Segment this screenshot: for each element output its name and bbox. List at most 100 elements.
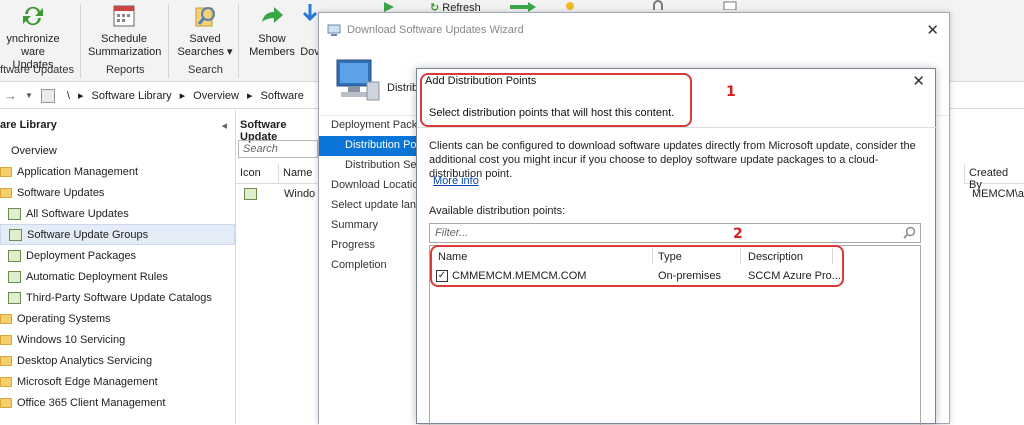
sidebar-item-label: Software Update Groups bbox=[27, 228, 149, 241]
folder-icon bbox=[0, 334, 12, 345]
sidebar-item-windows-10-servicing[interactable]: Windows 10 Servicing bbox=[0, 329, 235, 350]
chevron-right-icon: ▸ bbox=[246, 90, 253, 102]
wizard-step-5: Summary bbox=[331, 219, 379, 231]
download-label-2: Dov bbox=[300, 46, 320, 58]
filter-input[interactable]: Filter... bbox=[429, 223, 921, 243]
history-dropdown-icon[interactable]: ▼ bbox=[25, 91, 33, 100]
sidebar-item-microsoft-edge-management[interactable]: Microsoft Edge Management bbox=[0, 371, 235, 392]
show-label-1: Show bbox=[258, 33, 286, 45]
wizard-step-1: Distribution Poi bbox=[319, 136, 419, 156]
show-members-button[interactable]: Show Members bbox=[246, 2, 298, 59]
wizard-steps: Deployment Packa Distribution Poi Distribu… bbox=[319, 116, 419, 425]
sidebar-item-label: Operating Systems bbox=[17, 312, 111, 325]
wizard-banner-text: Distrib bbox=[387, 82, 419, 94]
address-root[interactable]: \ bbox=[67, 90, 70, 102]
sidebar-item-label: Overview bbox=[11, 144, 57, 157]
download-icon bbox=[302, 4, 318, 22]
sidebar-item-label: Desktop Analytics Servicing bbox=[17, 354, 153, 367]
table-row-name[interactable]: Windo bbox=[284, 188, 315, 200]
sidebar-item-label: Software Updates bbox=[17, 186, 105, 199]
nav-tree: Overview Application Management Software U… bbox=[0, 140, 235, 413]
back-arrow-icon[interactable]: → bbox=[4, 88, 17, 103]
synchronize-updates-button[interactable]: ynchronize ware Updates bbox=[0, 2, 66, 72]
annotation-1: 1 bbox=[726, 84, 736, 100]
item-icon bbox=[9, 228, 22, 241]
sidebar-item-label: Microsoft Edge Management bbox=[17, 375, 158, 388]
item-icon bbox=[8, 249, 21, 262]
ribbon-separator bbox=[80, 4, 81, 78]
sidebar-item-operating-systems[interactable]: Operating Systems bbox=[0, 308, 235, 329]
show-label-2: Members bbox=[249, 46, 295, 58]
search-icon[interactable] bbox=[903, 226, 916, 242]
column-header-icon[interactable]: Icon bbox=[236, 164, 278, 184]
sidebar-item-third-party-software-update-catalogs[interactable]: Third-Party Software Update Catalogs bbox=[0, 287, 235, 308]
sidebar-item-label: Third-Party Software Update Catalogs bbox=[26, 291, 212, 304]
wizard-step-6: Progress bbox=[331, 239, 376, 251]
folder-icon bbox=[0, 187, 12, 198]
wizard-step-4: Select update lang bbox=[331, 199, 419, 211]
results-pane: Software Update Search Icon Name Windo bbox=[236, 110, 318, 424]
dialog-close-icon[interactable]: ✕ bbox=[912, 72, 925, 90]
item-icon bbox=[8, 291, 21, 304]
sidebar-item-office-365-client-management[interactable]: Office 365 Client Management bbox=[0, 392, 235, 413]
wizard-step-3: Download Locatio bbox=[331, 179, 419, 191]
breadcrumb-software-library[interactable]: Software Library bbox=[92, 90, 172, 102]
highlight-box-1 bbox=[420, 73, 692, 127]
wizard-step-0: Deployment Packa bbox=[331, 119, 419, 131]
sidebar-item-automatic-deployment-rules[interactable]: Automatic Deployment Rules bbox=[0, 266, 235, 287]
sidebar-item-label: Deployment Packages bbox=[26, 249, 137, 262]
chevron-right-icon: ▸ bbox=[77, 90, 84, 102]
sidebar-item-deployment-packages[interactable]: Deployment Packages bbox=[0, 245, 235, 266]
saved-search-icon bbox=[195, 7, 215, 27]
wizard-title: Download Software Updates Wizard bbox=[347, 23, 524, 36]
nav-header: are Library ◂ bbox=[0, 110, 235, 140]
highlight-box-2 bbox=[430, 245, 844, 287]
green-arrow-icon bbox=[262, 7, 283, 23]
download-button[interactable]: . Dov bbox=[300, 2, 320, 59]
group-reports: Reports bbox=[106, 64, 145, 76]
item-icon bbox=[8, 207, 21, 220]
sidebar-item-overview[interactable]: Overview bbox=[0, 140, 235, 161]
breadcrumb-software[interactable]: Software bbox=[261, 90, 304, 102]
schedule-label-1: Schedule bbox=[101, 33, 147, 45]
navigation-pane: are Library ◂ Overview Application Manage… bbox=[0, 110, 236, 424]
wizard-step-2: Distribution Set bbox=[345, 159, 419, 171]
sidebar-item-application-management[interactable]: Application Management bbox=[0, 161, 235, 182]
group-software-updates: ftware Updates bbox=[0, 64, 74, 76]
sidebar-item-software-update-groups[interactable]: Software Update Groups bbox=[0, 224, 235, 245]
dialog-description: Clients can be configured to download so… bbox=[429, 140, 916, 180]
sidebar-item-label: Windows 10 Servicing bbox=[17, 333, 126, 346]
nav-title: are Library bbox=[0, 119, 57, 131]
chevron-right-icon: ▸ bbox=[179, 90, 186, 102]
sync-icon bbox=[23, 6, 43, 26]
results-pane-right: Created By MEMCM\a bbox=[950, 110, 1024, 424]
folder-icon bbox=[0, 166, 12, 177]
dialog-divider bbox=[417, 127, 937, 128]
wizard-titlebar: Download Software Updates Wizard bbox=[319, 13, 949, 46]
history-button[interactable] bbox=[40, 88, 55, 103]
folder-icon bbox=[0, 397, 12, 408]
column-header-created-by[interactable]: Created By bbox=[964, 164, 1024, 191]
collapse-icon[interactable]: ◂ bbox=[221, 119, 227, 140]
results-title: Software Update bbox=[240, 119, 287, 143]
folder-icon bbox=[0, 313, 12, 324]
schedule-summarization-button[interactable]: Schedule Summarization bbox=[88, 2, 161, 59]
more-info-link[interactable]: More info bbox=[433, 175, 479, 187]
folder-icon bbox=[0, 376, 12, 387]
saved-label-1: Saved bbox=[189, 33, 221, 45]
group-search: Search bbox=[188, 64, 223, 76]
sidebar-item-label: Application Management bbox=[17, 165, 139, 178]
wizard-icon bbox=[327, 24, 341, 36]
sidebar-item-all-software-updates[interactable]: All Software Updates bbox=[0, 203, 235, 224]
sidebar-item-software-updates[interactable]: Software Updates bbox=[0, 182, 235, 203]
sidebar-item-label: Office 365 Client Management bbox=[17, 396, 166, 409]
ribbon-separator bbox=[168, 4, 169, 78]
column-header-name[interactable]: Name bbox=[278, 164, 318, 184]
available-dp-label: Available distribution points: bbox=[429, 205, 566, 217]
wizard-close-icon[interactable]: ✕ bbox=[926, 21, 939, 39]
item-icon bbox=[8, 270, 21, 283]
sidebar-item-desktop-analytics-servicing[interactable]: Desktop Analytics Servicing bbox=[0, 350, 235, 371]
search-input[interactable]: Search bbox=[238, 140, 318, 158]
saved-searches-button[interactable]: Saved Searches ▾ bbox=[176, 2, 234, 59]
breadcrumb-overview[interactable]: Overview bbox=[193, 90, 239, 102]
